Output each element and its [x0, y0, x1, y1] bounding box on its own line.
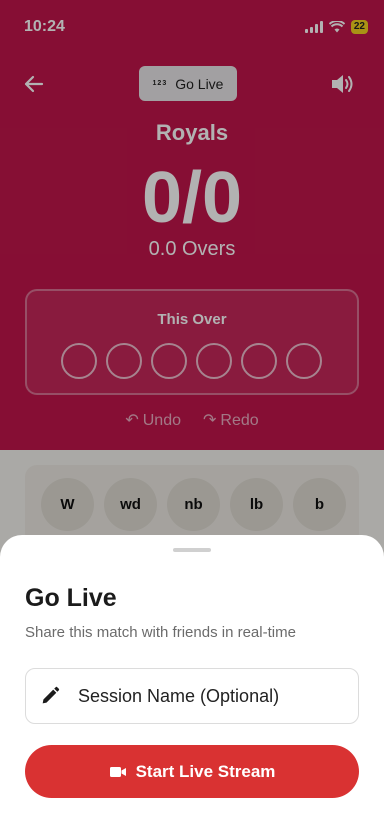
- sheet-subtitle: Share this match with friends in real-ti…: [25, 624, 296, 641]
- start-live-stream-label: Start Live Stream: [135, 761, 276, 781]
- sheet-drag-handle[interactable]: [173, 548, 211, 552]
- pencil-icon: [42, 686, 60, 704]
- session-name-input[interactable]: Session Name (Optional): [25, 668, 359, 724]
- session-name-label: Session Name (Optional): [78, 685, 280, 706]
- start-live-stream-button[interactable]: Start Live Stream: [25, 745, 359, 798]
- go-live-sheet: Go Live Share this match with friends in…: [0, 535, 384, 831]
- video-camera-icon: [109, 766, 126, 777]
- sheet-title: Go Live: [25, 584, 117, 612]
